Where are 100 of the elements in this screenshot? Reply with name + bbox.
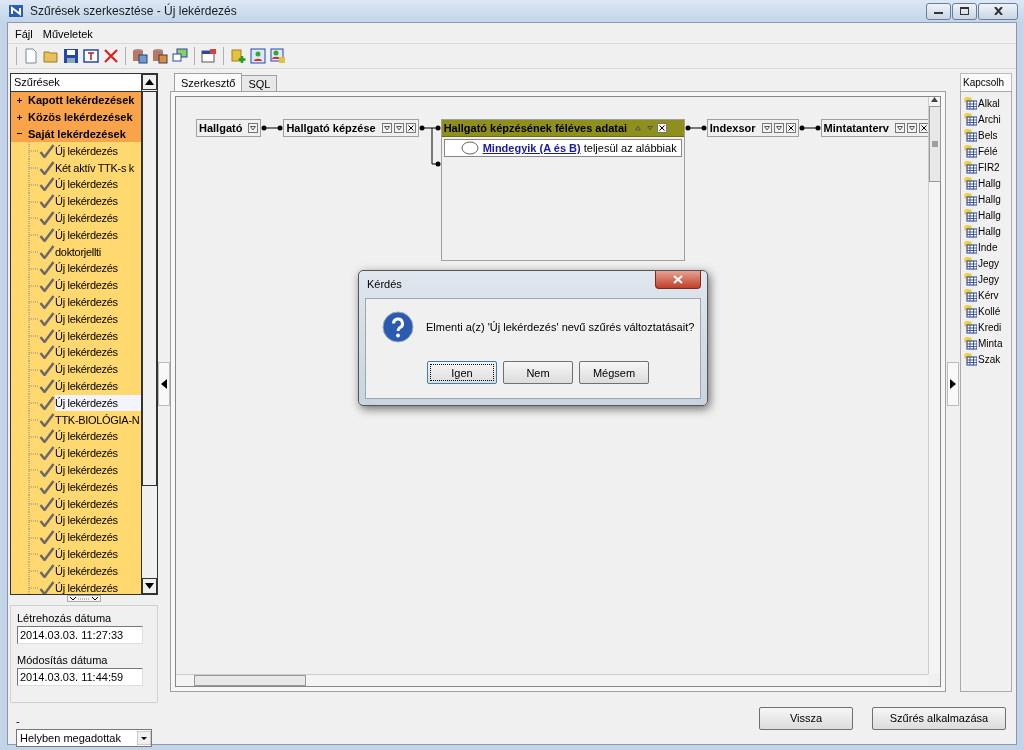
- list-item[interactable]: Kollé: [978, 305, 1001, 317]
- close-icon[interactable]: [657, 123, 668, 133]
- tree-item[interactable]: Új lekérdezés: [55, 512, 141, 529]
- close-icon[interactable]: [785, 123, 796, 133]
- delete-icon[interactable]: [103, 48, 119, 64]
- entity-header[interactable]: Indexsor: [706, 119, 799, 137]
- scrollbar[interactable]: [141, 74, 157, 594]
- tree-item[interactable]: doktorjellti: [55, 243, 141, 260]
- database-icon[interactable]: [132, 48, 148, 64]
- tree-item[interactable]: Új lekérdezés: [55, 176, 141, 193]
- users-icon[interactable]: [270, 48, 286, 64]
- table-icon: [963, 208, 977, 222]
- scroll-down-icon[interactable]: [145, 583, 154, 589]
- circle-icon[interactable]: [460, 141, 479, 155]
- tree-item[interactable]: Új lekérdezés: [55, 461, 141, 478]
- operator-link[interactable]: Mindegyik (A és B): [482, 142, 581, 154]
- tree-item[interactable]: Új lekérdezés: [55, 327, 141, 344]
- tree-item[interactable]: Új lekérdezés: [55, 226, 141, 243]
- tree-item[interactable]: Új lekérdezés: [55, 361, 141, 378]
- tab[interactable]: Szerkesztő: [174, 73, 243, 91]
- tree-item[interactable]: Két aktív TTK-s k: [55, 159, 141, 176]
- entity-header[interactable]: Hallgató képzése: [283, 119, 419, 137]
- maximize-button[interactable]: [952, 2, 977, 20]
- expand-icon[interactable]: [15, 112, 24, 122]
- list-item[interactable]: Bels: [978, 129, 998, 141]
- tab[interactable]: SQL: [241, 75, 278, 91]
- list-item[interactable]: Kérv: [978, 289, 999, 301]
- tree-item[interactable]: Új lekérdezés: [55, 478, 141, 495]
- tree-item[interactable]: Új lekérdezés: [55, 377, 141, 394]
- minimize-button[interactable]: [926, 2, 951, 20]
- list-item[interactable]: Inde: [978, 241, 998, 253]
- close-icon[interactable]: [405, 123, 416, 133]
- user-icon[interactable]: [250, 48, 266, 64]
- dialog-button[interactable]: Nem: [503, 361, 573, 384]
- arrow-right-icon: [950, 378, 956, 389]
- save-icon[interactable]: [63, 48, 79, 64]
- list-item[interactable]: Félé: [978, 145, 998, 157]
- close-button[interactable]: [655, 271, 701, 289]
- close-button[interactable]: [978, 2, 1018, 20]
- list-item[interactable]: Alkal: [978, 97, 1000, 109]
- tree-item[interactable]: Új lekérdezés: [55, 579, 141, 594]
- list-item[interactable]: Jegy: [978, 257, 1000, 269]
- tree-item[interactable]: Új lekérdezés: [55, 529, 141, 546]
- list-item[interactable]: Minta: [978, 337, 1003, 349]
- scroll-up-icon[interactable]: [145, 79, 154, 85]
- tree-item[interactable]: Új lekérdezés: [55, 344, 141, 361]
- tree-item[interactable]: Új lekérdezés: [55, 445, 141, 462]
- scroll-up-icon[interactable]: [931, 97, 938, 102]
- list-item[interactable]: Hallg: [978, 225, 1001, 237]
- table-icon: [963, 336, 977, 350]
- tree-item[interactable]: Új lekérdezés: [55, 394, 141, 411]
- list-item[interactable]: Szak: [978, 353, 1001, 365]
- tree-item[interactable]: Új lekérdezés: [55, 293, 141, 310]
- splitter-handle-icon[interactable]: [67, 595, 101, 602]
- action-button[interactable]: Vissza: [759, 706, 853, 730]
- list-item[interactable]: FIR2: [978, 161, 1000, 173]
- list-item[interactable]: Jegy: [978, 273, 1000, 285]
- source-dropdown[interactable]: Helyben megadottak: [16, 729, 152, 747]
- list-item[interactable]: Kredi: [978, 321, 1002, 333]
- action-button[interactable]: Szűrés alkalmazása: [872, 706, 1006, 730]
- tree-item[interactable]: Új lekérdezés: [55, 209, 141, 226]
- dialog-button[interactable]: Mégsem: [579, 361, 649, 384]
- list-item[interactable]: Hallg: [978, 209, 1001, 221]
- dropdown-icon[interactable]: [393, 123, 404, 133]
- collapse-button[interactable]: [158, 361, 170, 406]
- database-icon[interactable]: [152, 48, 168, 64]
- tree-item[interactable]: Új lekérdezés: [55, 562, 141, 579]
- tree-item[interactable]: Új lekérdezés: [55, 545, 141, 562]
- text-field-icon[interactable]: [83, 48, 99, 64]
- tree-item[interactable]: TTK-BIOLÓGIA-N: [55, 411, 141, 428]
- tree-item[interactable]: Új lekérdezés: [55, 260, 141, 277]
- entity-name: Hallgató képzésének féléves adatai: [443, 122, 629, 134]
- tree-item[interactable]: Új lekérdezés: [55, 142, 141, 159]
- collapse-button[interactable]: [947, 361, 959, 406]
- menu-item[interactable]: Műveletek: [37, 27, 98, 41]
- menu-item[interactable]: Fájl: [10, 27, 38, 41]
- tree-item[interactable]: Új lekérdezés: [55, 193, 141, 210]
- date-field[interactable]: 2014.03.03. 11:44:59: [17, 668, 143, 686]
- window-icon[interactable]: [201, 48, 217, 64]
- entity-header[interactable]: Hallgató képzésének féléves adatai: [441, 120, 684, 137]
- list-item[interactable]: Hallg: [978, 193, 1001, 205]
- dropdown-icon[interactable]: [894, 123, 905, 133]
- entity-header[interactable]: Hallgató: [196, 119, 262, 137]
- tree-item[interactable]: Új lekérdezés: [55, 428, 141, 445]
- add-database-icon[interactable]: [230, 48, 246, 64]
- tree-item[interactable]: Új lekérdezés: [55, 495, 141, 512]
- dropdown-icon[interactable]: [906, 123, 917, 133]
- list-item[interactable]: Archi: [978, 113, 1001, 125]
- entity-header[interactable]: Mintatanterv: [820, 119, 928, 137]
- dropdown-icon[interactable]: [773, 123, 784, 133]
- tree-item[interactable]: Új lekérdezés: [55, 277, 141, 294]
- expand-icon[interactable]: [15, 95, 24, 105]
- list-item[interactable]: Hallg: [978, 177, 1001, 189]
- question-icon: [382, 311, 414, 343]
- tree-item[interactable]: Új lekérdezés: [55, 310, 141, 327]
- dropdown-icon[interactable]: [248, 123, 259, 133]
- dropdown-icon[interactable]: [381, 123, 392, 133]
- date-field[interactable]: 2014.03.03. 11:27:33: [17, 626, 143, 644]
- dropdown-icon[interactable]: [761, 123, 772, 133]
- dialog-button[interactable]: Igen: [427, 361, 497, 384]
